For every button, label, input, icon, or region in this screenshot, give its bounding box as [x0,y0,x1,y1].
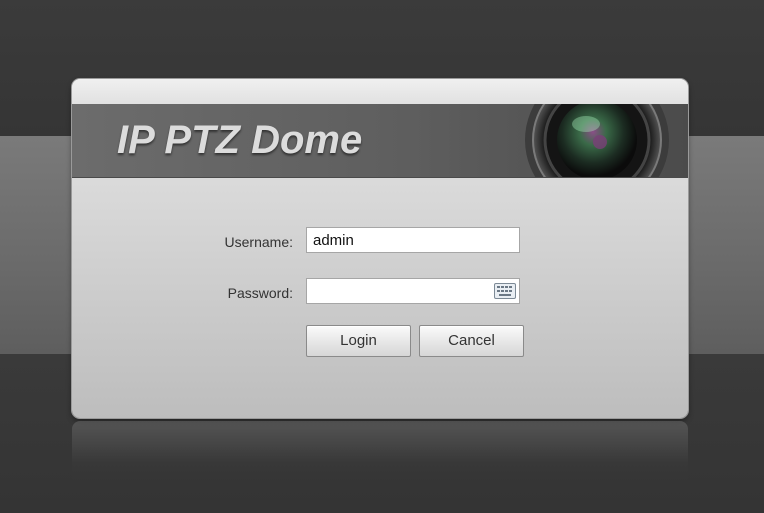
camera-lens-icon [522,104,672,177]
keyboard-icon[interactable] [494,283,516,299]
login-panel: IP PTZ Dome Username: admin Password: Lo… [72,79,688,418]
login-page: IP PTZ Dome Username: admin Password: Lo… [0,0,764,513]
username-input[interactable] [306,227,520,253]
product-banner: IP PTZ Dome [72,104,688,178]
panel-reflection [72,421,688,481]
password-row: Password: [72,278,688,306]
login-button[interactable]: Login [306,325,411,357]
username-label: Username: [224,234,293,250]
panel-top-strip [72,79,688,104]
product-title: IP PTZ Dome [117,118,363,162]
username-row: Username: [72,227,688,255]
password-label: Password: [227,285,293,301]
button-row: Login Cancel [72,325,688,358]
cancel-button[interactable]: Cancel [419,325,524,357]
password-input[interactable] [306,278,520,304]
